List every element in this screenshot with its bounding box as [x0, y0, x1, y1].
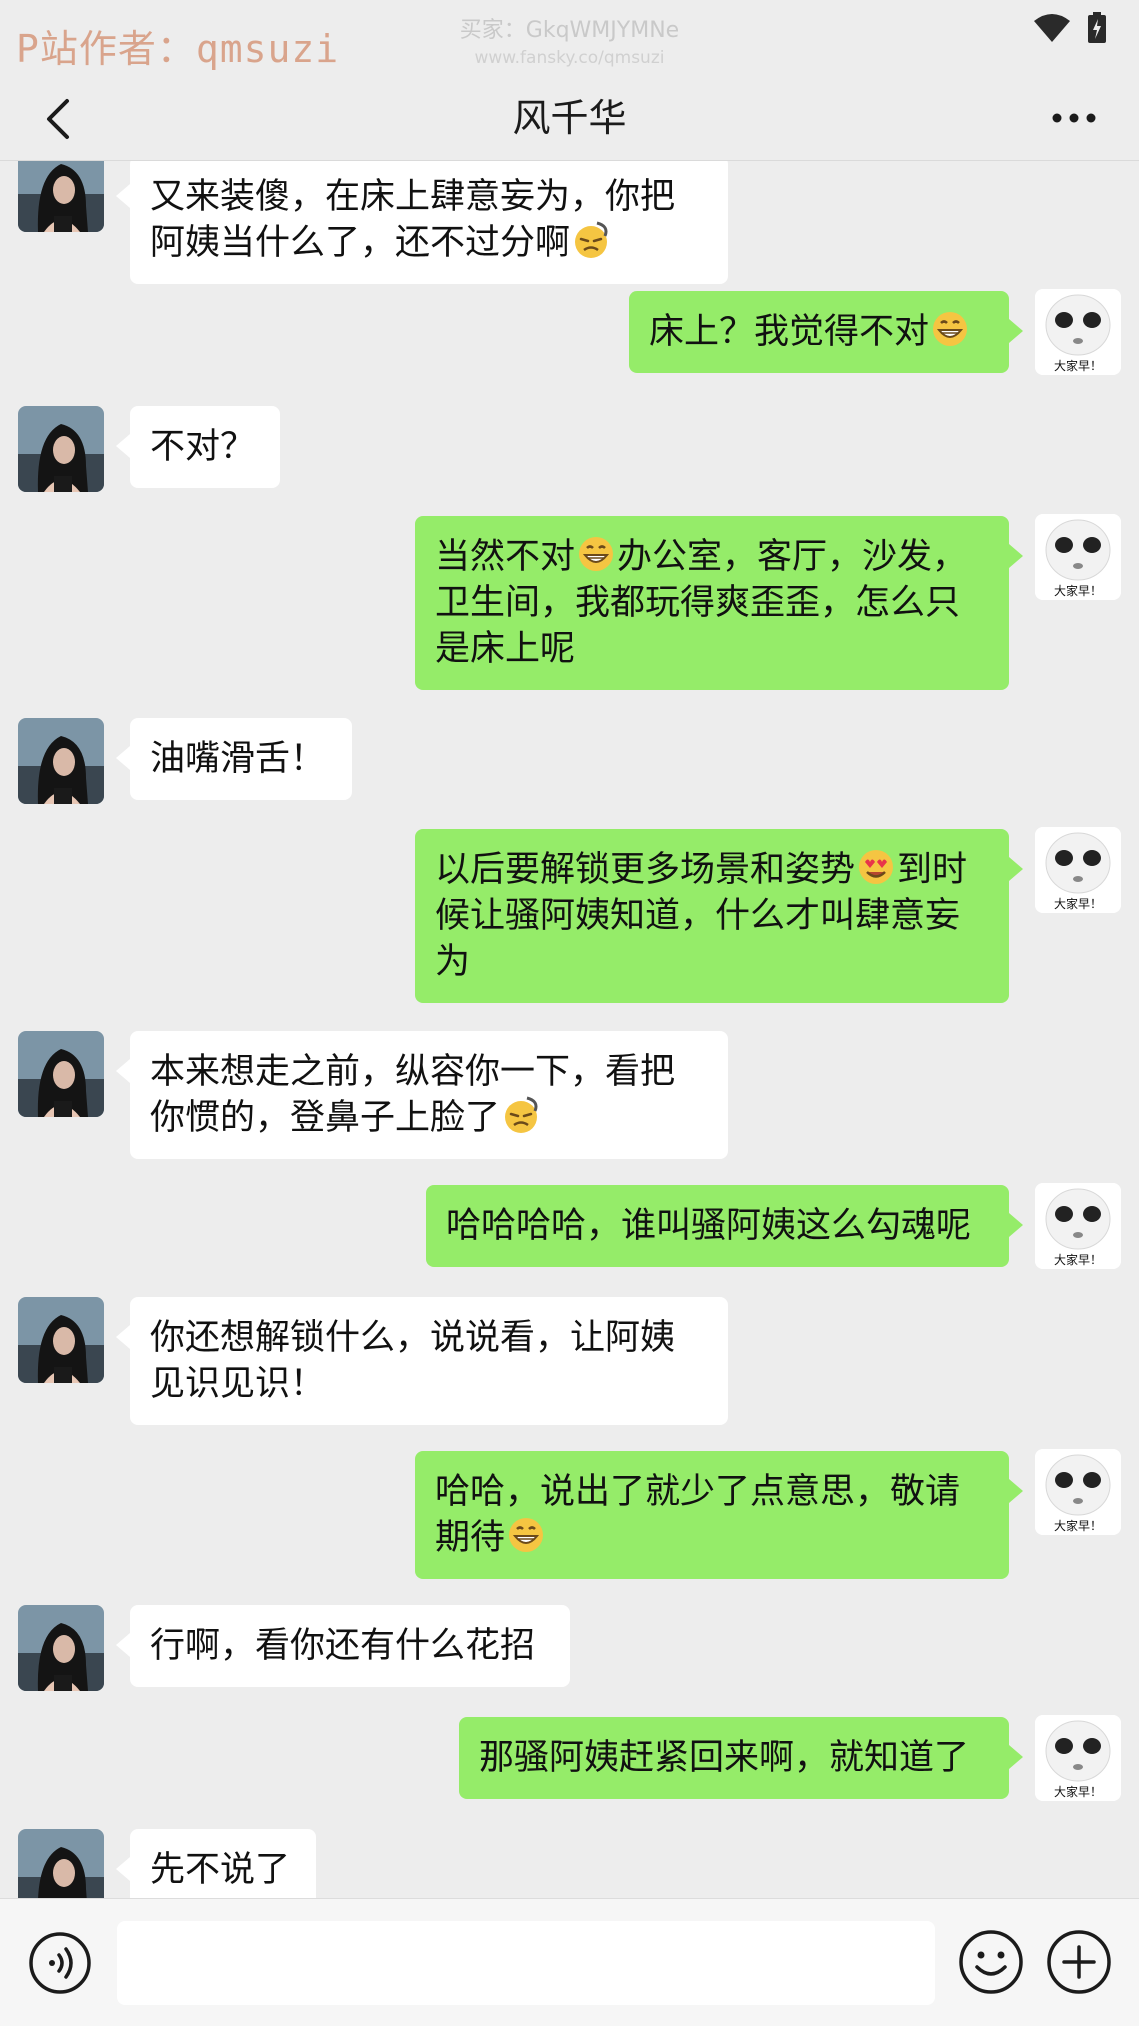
plus-icon[interactable]: [1046, 1929, 1112, 1995]
self-avatar[interactable]: 大家早！: [1035, 289, 1121, 375]
message-text: 你还想解锁什么，说说看，让阿姨: [150, 1318, 676, 1358]
message-text: 是床上呢: [435, 629, 576, 669]
message-text: 床上？我觉得不对: [649, 312, 930, 352]
message-text: 办公室，客厅，沙发，: [617, 537, 968, 577]
avatar-caption: 大家早！: [1054, 1252, 1102, 1267]
message-text: 本来想走之前，纵容你一下，看把: [150, 1052, 676, 1092]
message-text: 不对？: [150, 427, 256, 467]
message-bubble-received[interactable]: 又来装傻，在床上肆意妄为，你把 阿姨当什么了，还不过分啊: [116, 161, 728, 284]
message-bubble-received[interactable]: 本来想走之前，纵容你一下，看把 你惯的，登鼻子上脸了: [116, 1031, 728, 1159]
contact-avatar[interactable]: [18, 1829, 104, 1898]
message-bubble-received[interactable]: 行啊，看你还有什么花招: [116, 1605, 570, 1687]
message-text: 以后要解锁更多场景和姿势: [435, 850, 856, 890]
status-bar: P站作者：qmsuzi 买家：GkqWMJYMNe www.fansky.co/…: [0, 0, 1139, 78]
message-bubble-sent[interactable]: 哈哈，说出了就少了点意思，敬请 期待: [415, 1451, 1023, 1579]
more-dots-icon: [1052, 113, 1096, 123]
message-bubble-received[interactable]: 油嘴滑舌！: [116, 718, 352, 800]
message-text: 哈哈哈哈，谁叫骚阿姨这么勾魂呢: [446, 1206, 972, 1246]
message-bubble-received[interactable]: 先不说了: [116, 1829, 316, 1898]
contact-avatar[interactable]: [18, 1297, 104, 1383]
message-text: 当然不对: [435, 537, 576, 577]
message-bubble-sent[interactable]: 那骚阿姨赶紧回来啊，就知道了: [459, 1717, 1023, 1799]
message-text: 哈哈，说出了就少了点意思，敬请: [435, 1472, 961, 1512]
message-text: 为: [435, 942, 471, 982]
message-text: 期待: [435, 1518, 506, 1558]
watermark-site: www.fansky.co/qmsuzi: [474, 48, 665, 68]
wifi-icon: [1034, 14, 1070, 42]
message-bubble-sent[interactable]: 哈哈哈哈，谁叫骚阿姨这么勾魂呢: [426, 1185, 1023, 1267]
self-avatar[interactable]: 大家早！: [1035, 514, 1121, 600]
heart-eyes-emoji: [859, 850, 894, 884]
frustrated-emoji: [575, 221, 608, 258]
message-bubble-sent[interactable]: 以后要解锁更多场景和姿势 到时 候让骚阿姨知道，什么才叫肆意妄 为: [415, 829, 1023, 1003]
message-text: 见识见识！: [150, 1364, 326, 1404]
avatar-caption: 大家早！: [1054, 1784, 1102, 1799]
contact-avatar[interactable]: [18, 406, 104, 492]
message-text: 卫生间，我都玩得爽歪歪，怎么只: [435, 583, 961, 623]
avatar-caption: 大家早！: [1054, 896, 1102, 911]
avatar-caption: 大家早！: [1054, 358, 1102, 373]
message-text: 又来装傻，在床上肆意妄为，你把: [150, 177, 676, 217]
message-list[interactable]: 又来装傻，在床上肆意妄为，你把 阿姨当什么了，还不过分啊 床上？我觉得不对 大家…: [0, 161, 1139, 1898]
voice-icon[interactable]: [28, 1931, 92, 1995]
grin-emoji: [933, 312, 968, 346]
chat-header: 风千华: [0, 78, 1139, 161]
avatar-caption: 大家早！: [1054, 583, 1102, 598]
message-text: 候让骚阿姨知道，什么才叫肆意妄: [435, 896, 961, 936]
self-avatar[interactable]: 大家早！: [1035, 827, 1121, 913]
frustrated-emoji: [505, 1096, 538, 1133]
contact-avatar[interactable]: [18, 1031, 104, 1117]
message-text: 你惯的，登鼻子上脸了: [150, 1098, 501, 1138]
chat-title: 风千华: [512, 96, 627, 140]
battery-icon: [1088, 12, 1106, 43]
message-text: 阿姨当什么了，还不过分啊: [150, 223, 571, 263]
self-avatar[interactable]: 大家早！: [1035, 1449, 1121, 1535]
message-text: 那骚阿姨赶紧回来啊，就知道了: [479, 1738, 970, 1778]
watermark-buyer: 买家：GkqWMJYMNe: [459, 18, 680, 43]
avatar-caption: 大家早！: [1054, 1518, 1102, 1533]
smiley-icon[interactable]: [958, 1929, 1024, 1995]
grin-emoji: [509, 1518, 544, 1552]
message-bubble-received[interactable]: 不对？: [116, 406, 280, 488]
message-text: 行啊，看你还有什么花招: [150, 1626, 536, 1666]
grin-emoji: [579, 537, 614, 571]
message-text: 先不说了: [150, 1850, 291, 1890]
self-avatar[interactable]: 大家早！: [1035, 1715, 1121, 1801]
contact-avatar[interactable]: [18, 161, 104, 232]
input-toolbar: [0, 1898, 1139, 2026]
message-bubble-sent[interactable]: 床上？我觉得不对: [629, 291, 1023, 373]
more-button[interactable]: [1039, 88, 1109, 148]
contact-avatar[interactable]: [18, 1605, 104, 1691]
contact-avatar[interactable]: [18, 718, 104, 804]
message-input[interactable]: [117, 1921, 935, 2005]
self-avatar[interactable]: 大家早！: [1035, 1183, 1121, 1269]
message-bubble-received[interactable]: 你还想解锁什么，说说看，让阿姨 见识见识！: [116, 1297, 728, 1425]
message-text: 到时: [897, 850, 968, 890]
message-text: 油嘴滑舌！: [150, 739, 326, 779]
message-bubble-sent[interactable]: 当然不对 办公室，客厅，沙发， 卫生间，我都玩得爽歪歪，怎么只 是床上呢: [415, 516, 1023, 690]
